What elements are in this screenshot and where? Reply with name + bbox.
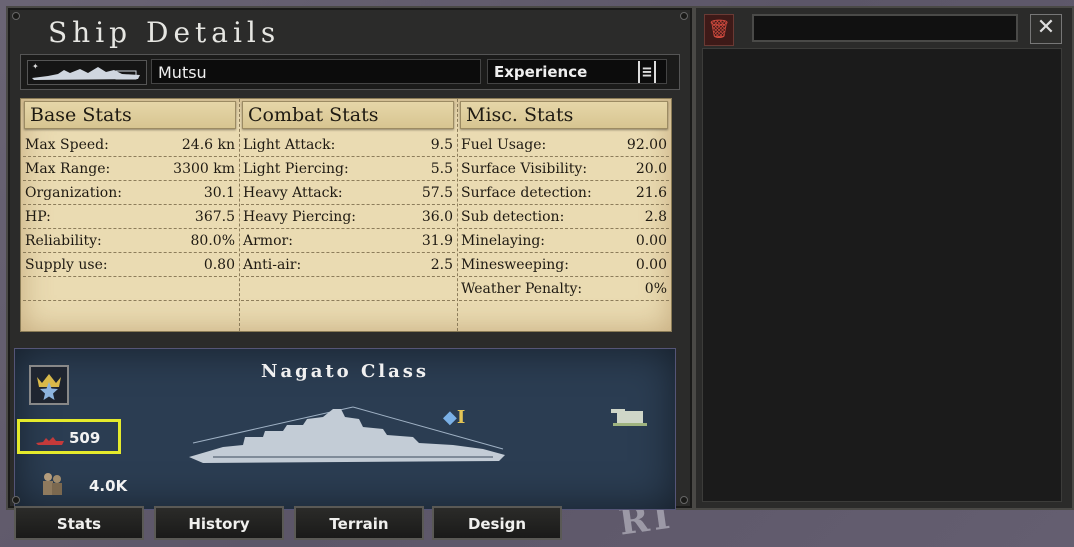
right-panel: 🗑 ✕ bbox=[694, 6, 1074, 510]
stat-row: Anti-air: 2.5 bbox=[241, 253, 455, 277]
stat-row-empty bbox=[23, 277, 237, 301]
window-title: Ship Details bbox=[48, 16, 281, 49]
tab-terrain[interactable]: Terrain bbox=[294, 506, 424, 540]
stat-row-empty bbox=[241, 277, 455, 301]
stat-row: Sub detection: 2.8 bbox=[459, 205, 669, 229]
experience-label: Experience bbox=[494, 63, 588, 81]
stat-row: Fuel Usage: 92.00 bbox=[459, 133, 669, 157]
manpower-value: 4.0K bbox=[89, 477, 128, 495]
combat-stats-header: Combat Stats bbox=[242, 101, 454, 129]
stat-row: Surface Visibility: 20.0 bbox=[459, 157, 669, 181]
right-panel-content bbox=[702, 48, 1062, 502]
gun-turret-icon[interactable] bbox=[609, 399, 649, 429]
manpower-icon bbox=[37, 469, 67, 499]
stat-row: Heavy Piercing: 36.0 bbox=[241, 205, 455, 229]
ship-name-field[interactable]: Mutsu bbox=[151, 59, 481, 84]
stat-row: Light Piercing: 5.5 bbox=[241, 157, 455, 181]
ship-thumbnail-icon: ✦ bbox=[27, 60, 147, 85]
stat-row: Light Attack: 9.5 bbox=[241, 133, 455, 157]
stat-row: Weather Penalty: 0% bbox=[459, 277, 669, 301]
stats-panel: Base Stats Max Speed: 24.6 kn Max Range: 3… bbox=[20, 98, 672, 332]
experience-field: Experience ≡ bbox=[487, 59, 667, 84]
stat-row: Max Speed: 24.6 kn bbox=[23, 133, 237, 157]
base-stats-column: Base Stats Max Speed: 24.6 kn Max Range: 3… bbox=[21, 99, 240, 331]
tab-history[interactable]: History bbox=[154, 506, 284, 540]
stat-row: HP: 367.5 bbox=[23, 205, 237, 229]
corner-rivet bbox=[680, 496, 688, 504]
stat-row: Organization: 30.1 bbox=[23, 181, 237, 205]
combat-stats-column: Combat Stats Light Attack: 9.5 Light Pier… bbox=[239, 99, 458, 331]
stat-row: Max Range: 3300 km bbox=[23, 157, 237, 181]
ship-count: 509 bbox=[69, 429, 101, 447]
experience-icon: ≡ bbox=[638, 61, 656, 83]
star-crown-icon[interactable] bbox=[29, 365, 69, 405]
corner-rivet bbox=[680, 12, 688, 20]
ship-class-title: Nagato Class bbox=[261, 361, 430, 382]
ship-details-window: Ship Details ✦ Mutsu Experience ≡ Base S… bbox=[6, 6, 694, 510]
base-stats-header: Base Stats bbox=[24, 101, 236, 129]
stat-row: Heavy Attack: 57.5 bbox=[241, 181, 455, 205]
trash-icon[interactable]: 🗑 bbox=[704, 14, 734, 46]
ship-header-bar: ✦ Mutsu Experience ≡ bbox=[20, 54, 680, 90]
upgrade-icon[interactable]: ◆I bbox=[443, 407, 473, 429]
ship-class-card: Nagato Class 509 4.0K ◆I bbox=[14, 348, 676, 510]
misc-stats-header: Misc. Stats bbox=[460, 101, 668, 129]
stat-row: Reliability: 80.0% bbox=[23, 229, 237, 253]
corner-rivet bbox=[12, 12, 20, 20]
stat-row: Surface detection: 21.6 bbox=[459, 181, 669, 205]
stat-row: Supply use: 0.80 bbox=[23, 253, 237, 277]
tab-design[interactable]: Design bbox=[432, 506, 562, 540]
svg-text:✦: ✦ bbox=[32, 62, 39, 71]
misc-stats-column: Misc. Stats Fuel Usage: 92.00 Surface Vis… bbox=[457, 99, 671, 331]
stat-row: Minelaying: 0.00 bbox=[459, 229, 669, 253]
close-button[interactable]: ✕ bbox=[1030, 14, 1062, 44]
stat-row: Armor: 31.9 bbox=[241, 229, 455, 253]
right-panel-name-bar bbox=[752, 14, 1018, 42]
upgrade-level-label: I bbox=[456, 407, 466, 428]
corner-rivet bbox=[12, 496, 20, 504]
tab-stats[interactable]: Stats bbox=[14, 506, 144, 540]
stat-row: Minesweeping: 0.00 bbox=[459, 253, 669, 277]
ship-icon bbox=[35, 432, 65, 445]
